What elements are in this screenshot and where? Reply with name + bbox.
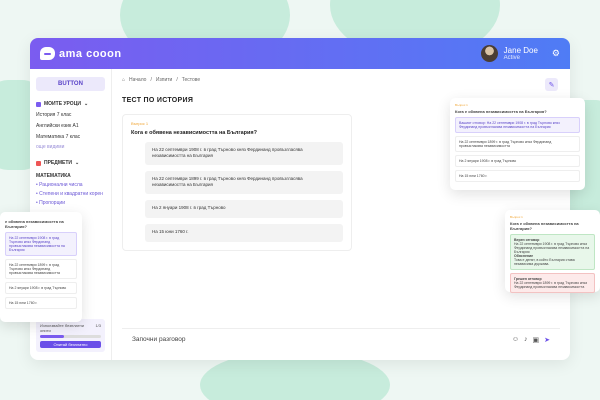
breadcrumb-middle[interactable]: Изпити (156, 77, 172, 83)
chat-bar: Започни разговор ☺ ♪ ▣ ➤ (122, 328, 560, 350)
subject-name[interactable]: МАТЕМАТИКА (36, 173, 105, 179)
app-window: ama cooon Jane Doe Active ⚙ BUTTON МОИТЕ… (30, 38, 570, 360)
breadcrumb: ⌂ Начало / Изпити / Тестове (122, 77, 201, 83)
answer-option[interactable]: На 22 септември 1908 г. в град Търново к… (145, 142, 343, 165)
answer-option[interactable]: На 22 септември 1908 г. в град Търново к… (5, 232, 77, 256)
answer-option[interactable]: Вашият отговор: На 22 септември 1908 г. … (455, 117, 580, 133)
answer-option[interactable]: На 2 януари 1908 г. в град Търново (145, 200, 343, 218)
answer-option[interactable]: На 22 септември 1899 г. в град Търново к… (455, 136, 580, 152)
user-name: Jane Doe (503, 46, 538, 55)
subjects-icon (36, 160, 41, 166)
user-status: Active (503, 55, 521, 61)
answer-option[interactable]: На 15 юни 1760 г. (455, 170, 580, 182)
promo-progress (40, 335, 101, 338)
chat-input[interactable]: Започни разговор (132, 336, 512, 343)
sidebar-item-lesson[interactable]: Английски език А1 (36, 123, 105, 129)
chevron-down-icon: ⌄ (83, 101, 89, 107)
explain-text: Това е денят, в който България става нез… (514, 258, 575, 266)
promo-card: Използвайте безплатни опити 1/3 Опитай б… (36, 319, 105, 352)
question-text: е обявена независимостта на България? (5, 219, 64, 229)
logo-icon (40, 47, 55, 60)
topic-item[interactable]: • Пропорции (36, 200, 105, 206)
correct-text: На 22 септември 1908 г. в град Търново к… (514, 242, 590, 254)
floating-left-card: е обявена независимостта на България? На… (0, 212, 82, 322)
sidebar-item-lesson[interactable]: Математика 7 клас (36, 134, 105, 140)
question-text: Кога е обявена независимостта на Българи… (455, 109, 547, 114)
question-label: Въпрос 1 (131, 121, 149, 126)
send-icon[interactable]: ➤ (544, 336, 550, 344)
question-card: Въпрос 1 Кога е обявена независимостта н… (122, 114, 352, 251)
promo-text: Използвайте безплатни опити (40, 323, 84, 333)
question-text: Кога е обявена независимостта на Българи… (510, 221, 579, 231)
floating-feedback-card: Въпрос 1 Кога е обявена независимостта н… (505, 210, 600, 293)
chevron-down-icon: ⌄ (74, 160, 80, 166)
my-lessons-header[interactable]: МОИТЕ УРОЦИ ⌄ (36, 101, 105, 107)
subjects-label: ПРЕДМЕТИ (44, 160, 72, 166)
user-profile[interactable]: Jane Doe Active (480, 45, 538, 62)
home-icon[interactable]: ⌂ (122, 77, 125, 83)
floating-question-card: Въпрос 1 Кога е обявена независимостта н… (450, 98, 585, 190)
topic-item[interactable]: • Рационални числа (36, 182, 105, 188)
my-lessons-label: МОИТЕ УРОЦИ (44, 101, 81, 107)
answer-option[interactable]: На 2 януари 1908 г. в град Търново (5, 282, 77, 294)
correct-answer: Верен отговор На 22 септември 1908 г. в … (510, 234, 595, 270)
promo-count: 1/3 (95, 323, 101, 328)
breadcrumb-home[interactable]: Начало (129, 77, 146, 83)
wrong-text: На 22 септември 1899 г. в град Търново к… (514, 281, 587, 289)
question-text: Кога е обявена независимостта на Българи… (131, 130, 257, 136)
avatar (480, 45, 498, 62)
subjects-header[interactable]: ПРЕДМЕТИ ⌄ (36, 160, 105, 166)
wrong-answer: Грешен отговор На 22 септември 1899 г. в… (510, 273, 595, 293)
top-bar: ama cooon Jane Doe Active ⚙ (30, 38, 570, 69)
edit-icon[interactable]: ✎ (545, 78, 558, 91)
microphone-icon[interactable]: ♪ (524, 336, 528, 344)
sidebar-button[interactable]: BUTTON (36, 77, 105, 91)
show-more-link[interactable]: още видими (36, 144, 105, 150)
topic-item[interactable]: • Степени и квадратни корен (36, 191, 105, 197)
breadcrumb-current: Тестове (181, 77, 201, 83)
answer-option[interactable]: На 15 юни 1760 г. (5, 297, 77, 309)
image-icon[interactable]: ▣ (533, 336, 540, 344)
sliders-icon[interactable]: ⚙ (552, 48, 560, 59)
answer-option[interactable]: На 2 януари 1908 г. в град Търново (455, 155, 580, 167)
emoji-icon[interactable]: ☺ (512, 336, 519, 344)
answer-option[interactable]: На 15 юни 1760 г. (145, 224, 343, 242)
answer-option[interactable]: На 22 септември 1899 г. в град Търново к… (5, 259, 77, 279)
logo-text: ama cooon (59, 47, 122, 60)
promo-button[interactable]: Опитай безплатно (40, 341, 101, 348)
book-icon (36, 101, 41, 107)
logo[interactable]: ama cooon (40, 47, 122, 60)
sidebar-item-lesson[interactable]: История 7 клас (36, 112, 105, 118)
question-label: Въпрос 1 (510, 215, 523, 219)
question-label: Въпрос 1 (455, 103, 468, 107)
answer-option[interactable]: На 22 септември 1899 г. в град Търново к… (145, 171, 343, 194)
